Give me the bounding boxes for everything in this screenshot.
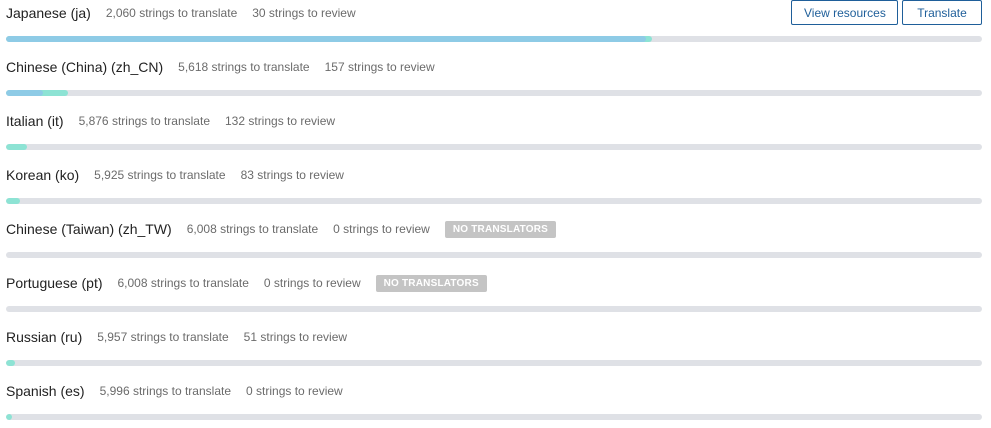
strings-to-translate: 5,996 strings to translate bbox=[99, 384, 232, 398]
strings-to-translate: 5,876 strings to translate bbox=[78, 114, 210, 128]
progress-bar bbox=[6, 252, 982, 258]
language-row-5: Portuguese (pt) 6,008 strings to transla… bbox=[6, 270, 982, 324]
language-name[interactable]: Korean (ko) bbox=[6, 167, 79, 183]
language-row-header: Spanish (es) 5,996 strings to translate … bbox=[6, 378, 982, 404]
language-name[interactable]: Portuguese (pt) bbox=[6, 275, 103, 291]
language-name[interactable]: Chinese (Taiwan) (zh_TW) bbox=[6, 221, 172, 237]
strings-to-review: 0 strings to review bbox=[246, 384, 343, 398]
strings-to-translate: 6,008 strings to translate bbox=[117, 276, 249, 290]
progress-reviewed-fill bbox=[6, 198, 20, 204]
language-row-3: Korean (ko) 5,925 strings to translate 8… bbox=[6, 162, 982, 216]
language-name[interactable]: Japanese (ja) bbox=[6, 5, 91, 21]
strings-to-translate: 5,957 strings to translate bbox=[97, 330, 229, 344]
language-row-header: Korean (ko) 5,925 strings to translate 8… bbox=[6, 162, 982, 188]
progress-bar bbox=[6, 306, 982, 312]
language-row-6: Russian (ru) 5,957 strings to translate … bbox=[6, 324, 982, 378]
progress-bar bbox=[6, 198, 982, 204]
language-row-header: Portuguese (pt) 6,008 strings to transla… bbox=[6, 270, 982, 296]
language-row-7: Spanish (es) 5,996 strings to translate … bbox=[6, 378, 982, 428]
strings-to-review: 0 strings to review bbox=[333, 222, 430, 236]
progress-translated-fill bbox=[6, 36, 646, 42]
language-row-2: Italian (it) 5,876 strings to translate … bbox=[6, 108, 982, 162]
language-row-1: Chinese (China) (zh_CN) 5,618 strings to… bbox=[6, 54, 982, 108]
strings-to-translate: 5,618 strings to translate bbox=[178, 60, 310, 74]
strings-to-review: 157 strings to review bbox=[324, 60, 435, 74]
progress-translated-fill bbox=[6, 90, 43, 96]
strings-to-translate: 5,925 strings to translate bbox=[94, 168, 226, 182]
progress-reviewed-fill bbox=[6, 144, 27, 150]
row-actions: View resources Translate bbox=[791, 0, 982, 25]
language-row-4: Chinese (Taiwan) (zh_TW) 6,008 strings t… bbox=[6, 216, 982, 270]
language-row-header: Chinese (China) (zh_CN) 5,618 strings to… bbox=[6, 54, 982, 80]
progress-bar bbox=[6, 360, 982, 366]
language-row-header: Japanese (ja) 2,060 strings to translate… bbox=[6, 0, 982, 26]
view-resources-button[interactable]: View resources bbox=[791, 0, 898, 25]
strings-to-review: 30 strings to review bbox=[252, 6, 356, 20]
strings-to-review: 132 strings to review bbox=[225, 114, 336, 128]
strings-to-translate: 6,008 strings to translate bbox=[186, 222, 319, 236]
strings-to-review: 51 strings to review bbox=[243, 330, 348, 344]
language-name[interactable]: Chinese (China) (zh_CN) bbox=[6, 59, 163, 75]
progress-bar bbox=[6, 144, 982, 150]
language-name[interactable]: Russian (ru) bbox=[6, 329, 82, 345]
progress-bar bbox=[6, 414, 982, 420]
strings-to-review: 83 strings to review bbox=[240, 168, 344, 182]
language-name[interactable]: Italian (it) bbox=[6, 113, 64, 129]
progress-bar bbox=[6, 90, 982, 96]
strings-to-translate: 2,060 strings to translate bbox=[105, 6, 238, 20]
language-row-0: Japanese (ja) 2,060 strings to translate… bbox=[6, 0, 982, 54]
language-list: Japanese (ja) 2,060 strings to translate… bbox=[0, 0, 991, 428]
language-row-header: Italian (it) 5,876 strings to translate … bbox=[6, 108, 982, 134]
strings-to-review: 0 strings to review bbox=[263, 276, 361, 290]
language-row-header: Russian (ru) 5,957 strings to translate … bbox=[6, 324, 982, 350]
progress-reviewed-fill bbox=[6, 414, 12, 420]
progress-bar bbox=[6, 36, 982, 42]
no-translators-badge: NO TRANSLATORS bbox=[444, 220, 557, 238]
language-row-header: Chinese (Taiwan) (zh_TW) 6,008 strings t… bbox=[6, 216, 982, 242]
no-translators-badge: NO TRANSLATORS bbox=[375, 274, 487, 292]
progress-reviewed-fill bbox=[6, 360, 15, 366]
language-name[interactable]: Spanish (es) bbox=[6, 383, 85, 399]
translate-button[interactable]: Translate bbox=[902, 0, 982, 25]
